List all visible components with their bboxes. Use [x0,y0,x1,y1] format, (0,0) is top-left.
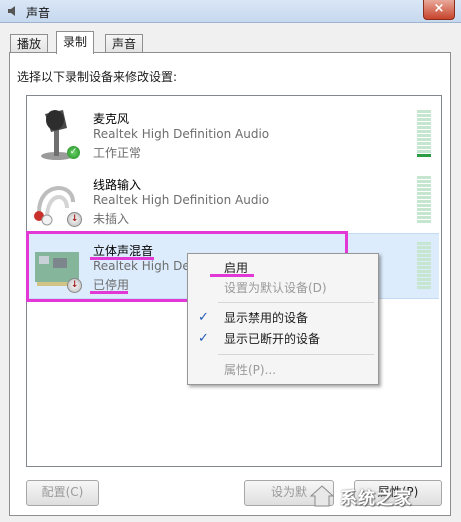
annotation-underline [90,257,154,260]
context-menu: 启用 设置为默认设备(D) ✓ 显示禁用的设备 ✓ 显示已断开的设备 属性(P)… [187,253,379,385]
speaker-icon [8,6,15,16]
device-description: Realtek High Definition Audio [93,127,270,141]
checkmark-icon: ✓ [198,331,209,346]
close-button[interactable]: × [423,0,455,20]
instruction-text: 选择以下录制设备来修改设置: [17,70,178,84]
device-description: Realtek High Definition Audio [93,193,270,207]
level-meter [417,110,431,158]
device-status: 工作正常 [93,146,142,160]
house-logo-icon [309,485,335,507]
tab-playback[interactable]: 播放 [10,34,49,53]
watermark-logo: 系统之家 [305,481,455,511]
check-icon: ✓ [67,146,80,159]
tab-recording[interactable]: 录制 [56,31,95,54]
level-meter [417,176,431,224]
device-name: 线路输入 [93,178,142,192]
watermark-text: 系统之家 [340,489,412,509]
device-item-line-in[interactable]: ↓ 线路输入 Realtek High Definition Audio 未插入 [27,168,439,232]
tab-sounds[interactable]: 声音 [105,34,144,53]
annotation-underline [210,274,254,277]
down-arrow-icon: ↓ [67,212,82,227]
window-title: 声音 [26,6,51,20]
title-bar: 声音 × [0,0,461,23]
device-status: 未插入 [93,212,130,226]
menu-item-show-disconnected[interactable]: ✓ 显示已断开的设备 [190,329,376,349]
menu-item-show-disabled[interactable]: ✓ 显示禁用的设备 [190,308,376,328]
down-arrow-icon: ↓ [67,278,82,293]
menu-separator [218,354,374,355]
device-name: 麦克风 [93,112,130,126]
device-item-microphone[interactable]: ✓ 麦克风 Realtek High Definition Audio 工作正常 [27,102,439,166]
menu-item-properties[interactable]: 属性(P)... [190,360,376,380]
menu-item-set-default[interactable]: 设置为默认设备(D) [190,278,376,298]
checkmark-icon: ✓ [198,310,209,325]
configure-button[interactable]: 配置(C) [26,480,99,506]
annotation-underline [90,291,128,294]
level-meter [417,242,431,290]
menu-separator [218,302,374,303]
